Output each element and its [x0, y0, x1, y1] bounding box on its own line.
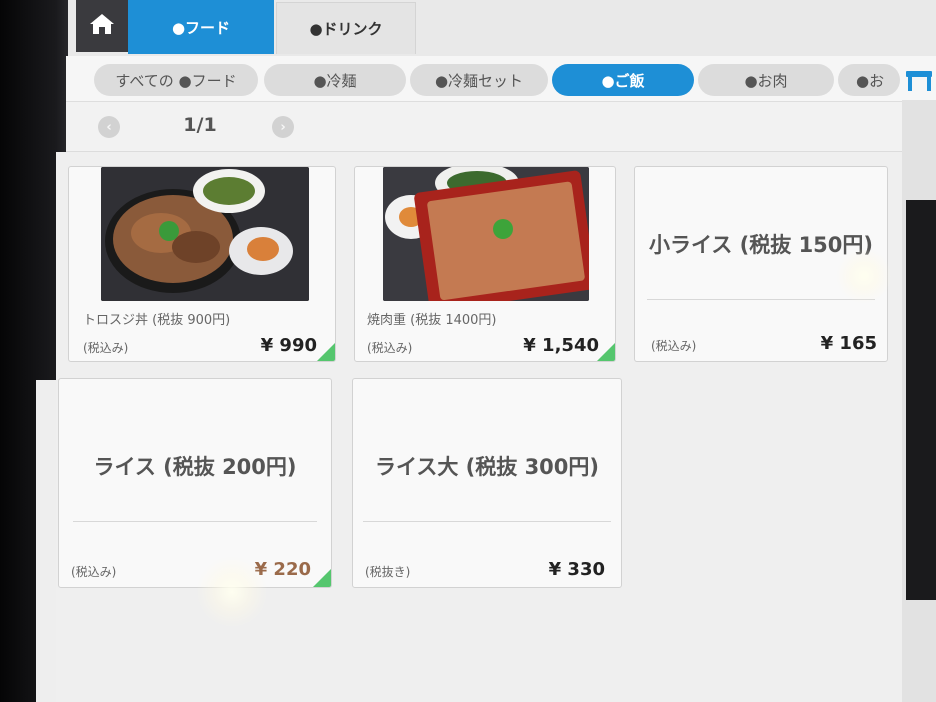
tax-label: (税込み): [651, 339, 697, 353]
item-price: ¥ 220: [254, 559, 311, 580]
tax-label: (税抜き): [365, 565, 411, 579]
side-strip-dark: [906, 200, 936, 600]
tax-label: (税込み): [83, 341, 129, 355]
category-label: ●冷麺: [313, 71, 357, 90]
category-rice[interactable]: ●ご飯: [552, 64, 694, 96]
home-button[interactable]: [76, 0, 128, 52]
tab-food[interactable]: ●フード: [128, 0, 274, 54]
menu-item-card[interactable]: 焼肉重 (税抜 1400円) (税込み) ¥ 1,540: [354, 166, 616, 362]
corner-marker: [313, 569, 331, 587]
category-label: ●お: [856, 71, 885, 90]
divider: [363, 521, 611, 522]
item-name: ライス (税抜 200円): [93, 455, 297, 479]
prev-page-button[interactable]: ‹: [98, 116, 120, 138]
item-price: ¥ 330: [548, 559, 605, 580]
chevron-right-icon: ›: [280, 119, 286, 135]
food-photo: [101, 167, 309, 301]
divider: [73, 521, 317, 522]
category-meat[interactable]: ●お肉: [698, 64, 834, 96]
category-label: すべての ●フード: [115, 71, 237, 90]
next-page-button[interactable]: ›: [272, 116, 294, 138]
divider: [647, 299, 875, 300]
item-name: 焼肉重 (税抜 1400円): [367, 313, 497, 328]
tax-label: (税込み): [367, 341, 413, 355]
item-name: ライス大 (税抜 300円): [374, 455, 600, 479]
food-photo: [383, 167, 589, 301]
tax-label: (税込み): [71, 565, 117, 579]
item-price: ¥ 1,540: [523, 335, 599, 356]
menu-item-card[interactable]: ライス (税抜 200円) (税込み) ¥ 220: [58, 378, 332, 588]
item-price: ¥ 165: [820, 333, 877, 354]
menu-item-card[interactable]: トロスジ丼 (税抜 900円) (税込み) ¥ 990: [68, 166, 336, 362]
corner-marker: [597, 343, 615, 361]
item-name: 小ライス (税抜 150円): [648, 233, 874, 257]
menu-item-card[interactable]: ライス大 (税抜 300円) (税抜き) ¥ 330: [352, 378, 622, 588]
category-all-food[interactable]: すべての ●フード: [94, 64, 258, 96]
category-reimen-set[interactable]: ●冷麺セット: [410, 64, 548, 96]
tab-food-label: ●フード: [171, 18, 231, 37]
category-more[interactable]: ●お: [838, 64, 900, 96]
menu-item-card[interactable]: 小ライス (税抜 150円) (税込み) ¥ 165: [634, 166, 888, 362]
cart-icon[interactable]: [900, 60, 936, 100]
category-label: ●お肉: [744, 71, 788, 90]
corner-marker: [317, 343, 335, 361]
page-indicator: 1/1: [183, 114, 217, 136]
item-price: ¥ 990: [260, 335, 317, 356]
chevron-left-icon: ‹: [106, 119, 112, 135]
item-name: トロスジ丼 (税抜 900円): [83, 313, 231, 328]
home-icon: [89, 13, 115, 39]
tab-drink-label: ●ドリンク: [309, 20, 383, 38]
category-reimen[interactable]: ●冷麺: [264, 64, 406, 96]
category-label: ●ご飯: [601, 71, 645, 90]
tab-drink[interactable]: ●ドリンク: [276, 2, 416, 54]
category-label: ●冷麺セット: [434, 71, 524, 90]
